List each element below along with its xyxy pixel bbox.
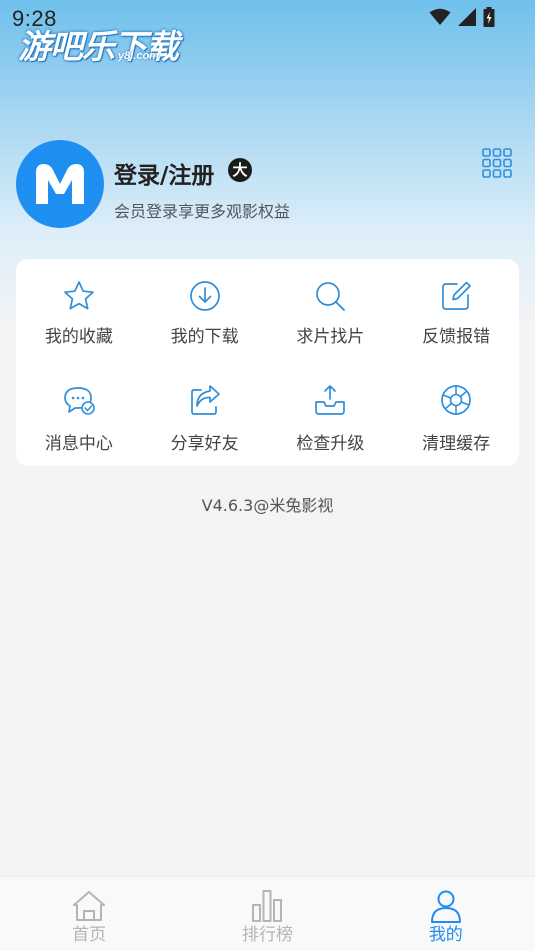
nav-profile[interactable]: 我的 [357,877,535,951]
favorites-label: 我的收藏 [44,327,113,347]
vip-badge: 大 [228,158,252,182]
nav-ranking[interactable]: 排行榜 [178,877,356,951]
clean-icon [441,385,471,415]
nav-profile-label: 我的 [428,925,463,945]
function-row: 我的收藏 我的下载 求片找片 反馈报错 [16,259,519,363]
message-icon [64,387,95,415]
feedback-label: 反馈报错 [422,327,491,347]
status-icons [429,7,495,27]
upload-icon [315,385,346,415]
page: 9:28 游吧乐下载 y8l.com 登录/注册 大 会员登录享更多观影权益 我… [0,0,535,951]
avatar[interactable] [16,140,104,228]
signal-icon [458,8,476,26]
battery-icon [483,7,495,27]
clear-cache-button[interactable]: 清理缓存 [393,363,519,467]
nav-home-label: 首页 [72,925,107,945]
share-icon [190,385,220,415]
watermark-subtitle: y8l.com [118,50,159,62]
edit-icon [442,281,471,310]
function-row: 消息中心 分享好友 检查升级 清理缓存 [16,363,519,467]
star-icon [64,281,94,310]
watermark-logo: 游吧乐下载 y8l.com [18,20,188,68]
share-label: 分享好友 [170,434,239,454]
function-card: 我的收藏 我的下载 求片找片 反馈报错 消息中心 分享好友 检查升级 清理缓存 [16,259,519,466]
download-icon [189,281,220,311]
check-update-button[interactable]: 检查升级 [268,363,394,467]
home-icon [73,891,106,921]
version-text: V4.6.3@米兔影视 [201,496,334,515]
login-subtitle: 会员登录享更多观影权益 [114,202,291,221]
downloads-label: 我的下载 [170,327,239,347]
watermark-title: 游吧乐下载 [18,27,179,66]
bottom-nav: 首页 排行榜 我的 [0,876,535,951]
wifi-icon [429,8,451,25]
feedback-button[interactable]: 反馈报错 [393,259,519,363]
search-icon [316,282,346,311]
login-register-link[interactable]: 登录/注册 [114,156,214,190]
grid-menu-icon[interactable] [481,147,513,179]
messages-label: 消息中心 [44,434,113,454]
downloads-button[interactable]: 我的下载 [142,259,268,363]
app-logo-icon [36,164,84,204]
clear-cache-label: 清理缓存 [422,434,491,454]
request-movie-button[interactable]: 求片找片 [268,259,394,363]
ranking-icon [252,890,283,922]
request-movie-label: 求片找片 [296,327,365,347]
profile-icon [430,890,461,923]
nav-home[interactable]: 首页 [0,877,178,951]
messages-button[interactable]: 消息中心 [16,363,142,467]
check-update-label: 检查升级 [296,434,365,454]
nav-ranking-label: 排行榜 [241,925,293,945]
share-button[interactable]: 分享好友 [142,363,268,467]
favorites-button[interactable]: 我的收藏 [16,259,142,363]
